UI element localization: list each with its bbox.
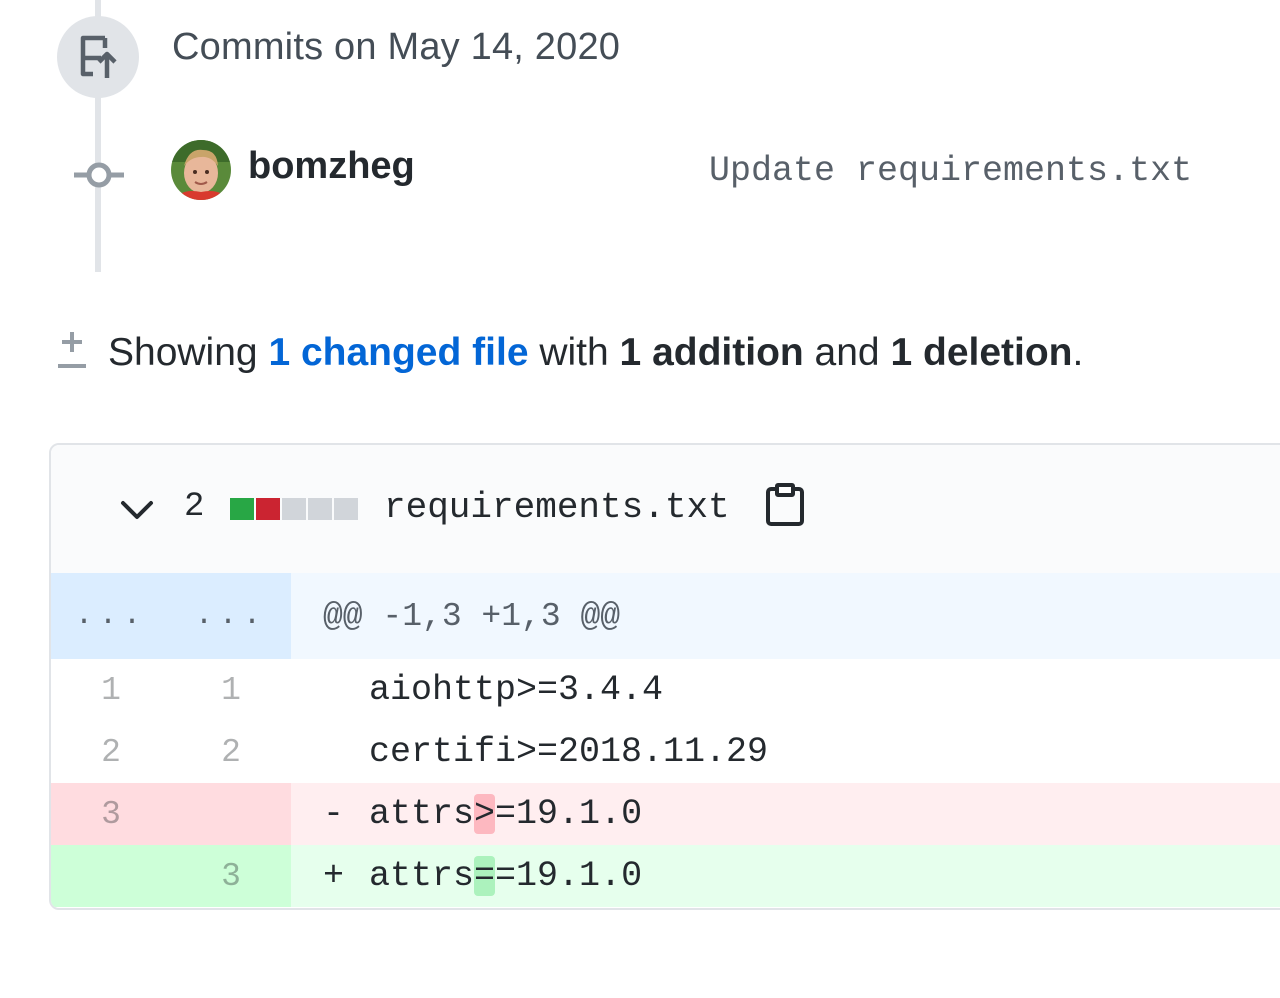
old-line-number[interactable]: 2 <box>51 721 171 783</box>
commit-page: Commits on May 14, 2020 bomzheg Update r… <box>0 0 1280 998</box>
code-text: =19.1.0 <box>495 794 643 834</box>
diff-line-context: 1 1 aiohttp>=3.4.4 <box>51 659 1280 721</box>
hunk-new-expander[interactable]: ... <box>171 573 291 659</box>
diff-plus-minus-icon <box>56 330 88 370</box>
old-line-number[interactable] <box>51 845 171 907</box>
summary-and: and <box>803 331 891 374</box>
diffstat-block-neutral <box>308 498 332 520</box>
diff-line-addition: 3 + attrs = =19.1.0 <box>51 845 1280 907</box>
diff-marker <box>291 670 369 710</box>
diff-line-code: - attrs > =19.1.0 <box>291 783 1280 845</box>
diffstat-block-deleted <box>256 498 280 520</box>
hunk-header-row[interactable]: ... ... @@ -1,3 +1,3 @@ <box>51 573 1280 659</box>
summary-with: with <box>528 331 620 374</box>
code-text: =19.1.0 <box>495 856 643 896</box>
new-line-number[interactable]: 2 <box>171 721 291 783</box>
changed-files-link[interactable]: 1 changed file <box>268 331 528 374</box>
diff-marker: - <box>323 794 345 834</box>
diff-line-context: 2 2 certifi>=2018.11.29 <box>51 721 1280 783</box>
code-text: aiohttp>=3.4.4 <box>369 670 664 710</box>
summary-prefix: Showing <box>108 331 269 374</box>
word-diff-added: = <box>474 856 496 896</box>
diffstat-block-neutral <box>282 498 306 520</box>
author-avatar[interactable] <box>171 140 231 200</box>
diff-line-deletion: 3 - attrs > =19.1.0 <box>51 783 1280 845</box>
code-text: attrs <box>369 794 475 834</box>
hunk-old-expander[interactable]: ... <box>51 573 171 659</box>
commit-message-link[interactable]: Update requirements.txt <box>709 151 1192 191</box>
diff-summary: Showing 1 changed file with 1 addition a… <box>108 331 1083 375</box>
file-name-link[interactable]: requirements.txt <box>384 487 730 528</box>
summary-period: . <box>1072 331 1084 374</box>
word-diff-deleted: > <box>474 794 496 834</box>
new-line-number[interactable]: 1 <box>171 659 291 721</box>
clipboard-icon[interactable] <box>764 483 806 527</box>
hunk-header-text: @@ -1,3 +1,3 @@ <box>323 597 621 635</box>
commit-group-title: Commits on May 14, 2020 <box>172 26 621 68</box>
diffstat-block-added <box>230 498 254 520</box>
file-diff: 2 requirements.txt ... ... @@ -1,3 +1,3 … <box>49 443 1280 910</box>
commit-node-icon <box>74 160 124 190</box>
old-line-number[interactable]: 3 <box>51 783 171 845</box>
file-header: 2 requirements.txt <box>51 445 1280 575</box>
additions-count: 1 addition <box>619 331 804 374</box>
code-text: certifi>=2018.11.29 <box>369 732 769 772</box>
diff-line-code: + attrs = =19.1.0 <box>291 845 1280 907</box>
diffstat-block-neutral <box>334 498 358 520</box>
diff-marker: + <box>323 856 345 896</box>
new-line-number[interactable]: 3 <box>171 845 291 907</box>
deletions-count: 1 deletion <box>890 331 1073 374</box>
new-line-number[interactable] <box>171 783 291 845</box>
file-change-count: 2 <box>184 488 205 526</box>
commit-author-link[interactable]: bomzheg <box>248 145 415 188</box>
diff-line-code: aiohttp>=3.4.4 <box>291 659 1280 721</box>
git-commit-upload-icon <box>57 16 139 98</box>
code-text: attrs <box>369 856 475 896</box>
chevron-down-icon[interactable] <box>119 497 155 523</box>
diff-marker <box>291 732 369 772</box>
old-line-number[interactable]: 1 <box>51 659 171 721</box>
diff-line-code: certifi>=2018.11.29 <box>291 721 1280 783</box>
diffstat-bar <box>230 498 360 520</box>
